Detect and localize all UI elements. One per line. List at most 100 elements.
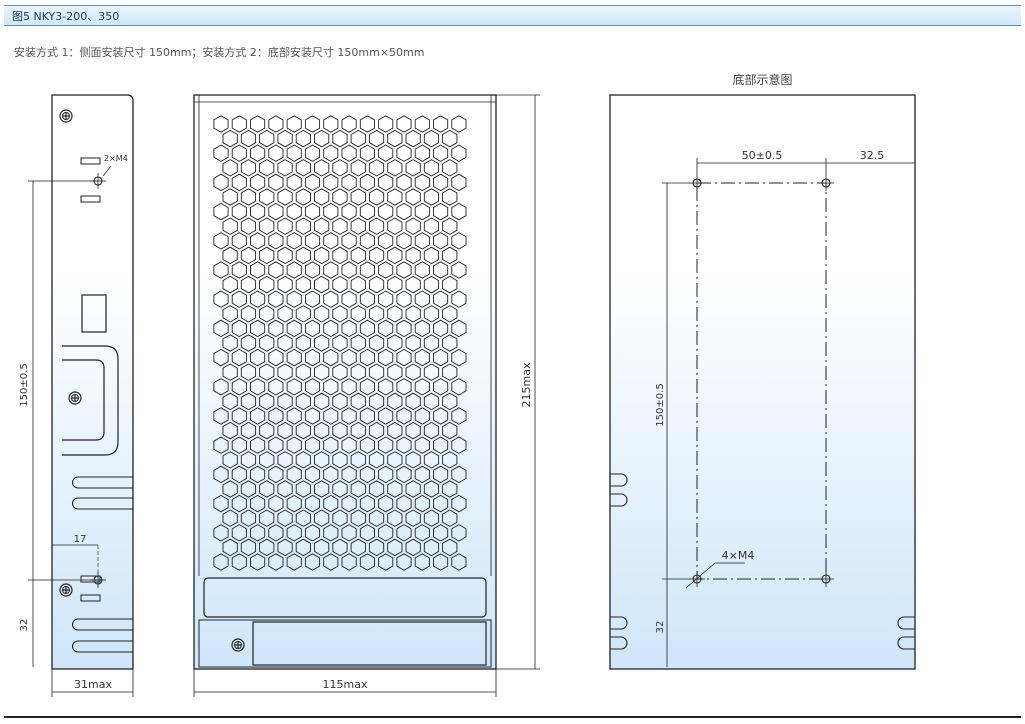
vent-hex: [268, 553, 284, 571]
vent-hex: [304, 319, 321, 338]
vent-hex: [433, 494, 449, 513]
vent-hex: [277, 246, 293, 265]
vent-hex: [341, 553, 357, 571]
vent-hex: [304, 232, 321, 250]
vent-hex: [231, 465, 247, 484]
vent-hex: [295, 392, 311, 411]
vent-hex: [240, 305, 257, 323]
vent-hex: [423, 188, 440, 206]
vent-hex: [341, 494, 357, 513]
bottom-bottom-dim: 32: [655, 621, 666, 634]
vent-hex: [433, 378, 449, 396]
vent-hex: [314, 363, 330, 381]
vent-hex: [222, 159, 238, 177]
vent-hex: [286, 173, 302, 192]
vent-hex: [259, 451, 275, 469]
vent-hex: [304, 524, 321, 542]
vent-hex: [250, 348, 266, 367]
vent-hex: [314, 392, 330, 411]
vent-hex: [332, 275, 348, 294]
vent-hex: [341, 144, 357, 162]
side-hole-label: 2×M4: [104, 154, 128, 163]
vent-hex: [304, 494, 321, 513]
vent-hex: [295, 509, 311, 527]
vent-hex: [277, 451, 293, 469]
vent-hex: [341, 173, 357, 192]
vent-hex: [295, 159, 311, 177]
vent-hex: [268, 173, 284, 192]
vent-hex: [368, 480, 385, 498]
vent-hex: [350, 188, 366, 206]
vent-hex: [323, 524, 339, 542]
vent-hex: [314, 305, 330, 323]
vent-hex: [387, 246, 403, 265]
vent-hex: [250, 524, 266, 542]
vent-hex: [433, 144, 449, 162]
vent-hex: [268, 290, 284, 308]
vent-hex: [433, 465, 449, 484]
vent-hex: [368, 392, 385, 411]
vent-hex: [240, 363, 257, 381]
vent-hex: [250, 261, 266, 279]
vent-hex: [396, 348, 412, 367]
vent-hex: [350, 129, 366, 148]
vent-hex: [323, 319, 339, 338]
vent-hex: [277, 305, 293, 323]
vent-hex: [304, 553, 321, 571]
vent-hex: [414, 348, 430, 367]
vent-hex: [378, 202, 394, 221]
vent-hex: [259, 421, 275, 440]
vent-hex: [286, 465, 302, 484]
vent-hex: [378, 290, 394, 308]
vent-hex: [323, 378, 339, 396]
vent-hex: [350, 334, 366, 352]
vent-hex: [451, 261, 467, 279]
vent-hex: [396, 407, 412, 425]
vent-hex: [332, 305, 348, 323]
vent-hex: [222, 305, 238, 323]
vent-hex: [451, 173, 467, 192]
vent-hex: [332, 159, 348, 177]
vent-hex: [378, 144, 394, 162]
vent-hex: [295, 421, 311, 440]
vent-hex: [405, 480, 421, 498]
vent-hex: [277, 421, 293, 440]
vent-hex: [277, 188, 293, 206]
vent-hex: [295, 363, 311, 381]
vent-hex: [341, 261, 357, 279]
vent-hex: [213, 261, 229, 279]
vent-hex: [359, 436, 375, 454]
vent-hex: [295, 129, 311, 148]
vent-hex: [268, 202, 284, 221]
vent-hex: [350, 246, 366, 265]
vent-hex: [387, 363, 403, 381]
front-view-drawing: 215max 115max: [193, 94, 540, 697]
vent-hex: [259, 188, 275, 206]
vent-hex: [368, 334, 385, 352]
vent-hex: [231, 115, 247, 133]
vent-hex: [304, 378, 321, 396]
vent-hex: [304, 290, 321, 308]
vent-hex: [350, 538, 366, 557]
vent-hex: [405, 421, 421, 440]
side-width-dim: 31max: [74, 678, 112, 691]
vent-hex: [286, 524, 302, 542]
vent-hex: [368, 159, 385, 177]
vent-hex: [387, 538, 403, 557]
vent-hex: [378, 319, 394, 338]
vent-hex: [405, 392, 421, 411]
vent-hex: [368, 451, 385, 469]
vent-hex: [213, 319, 229, 338]
vent-hex: [442, 451, 458, 469]
vent-hex: [387, 421, 403, 440]
vent-hex: [304, 202, 321, 221]
vent-hex: [378, 524, 394, 542]
vent-hex: [268, 261, 284, 279]
vent-hex: [387, 334, 403, 352]
vent-hex: [414, 115, 430, 133]
vent-hex: [423, 275, 440, 294]
vent-hex: [405, 334, 421, 352]
vent-hex: [213, 553, 229, 571]
vent-hex: [295, 451, 311, 469]
vent-hex: [240, 392, 257, 411]
